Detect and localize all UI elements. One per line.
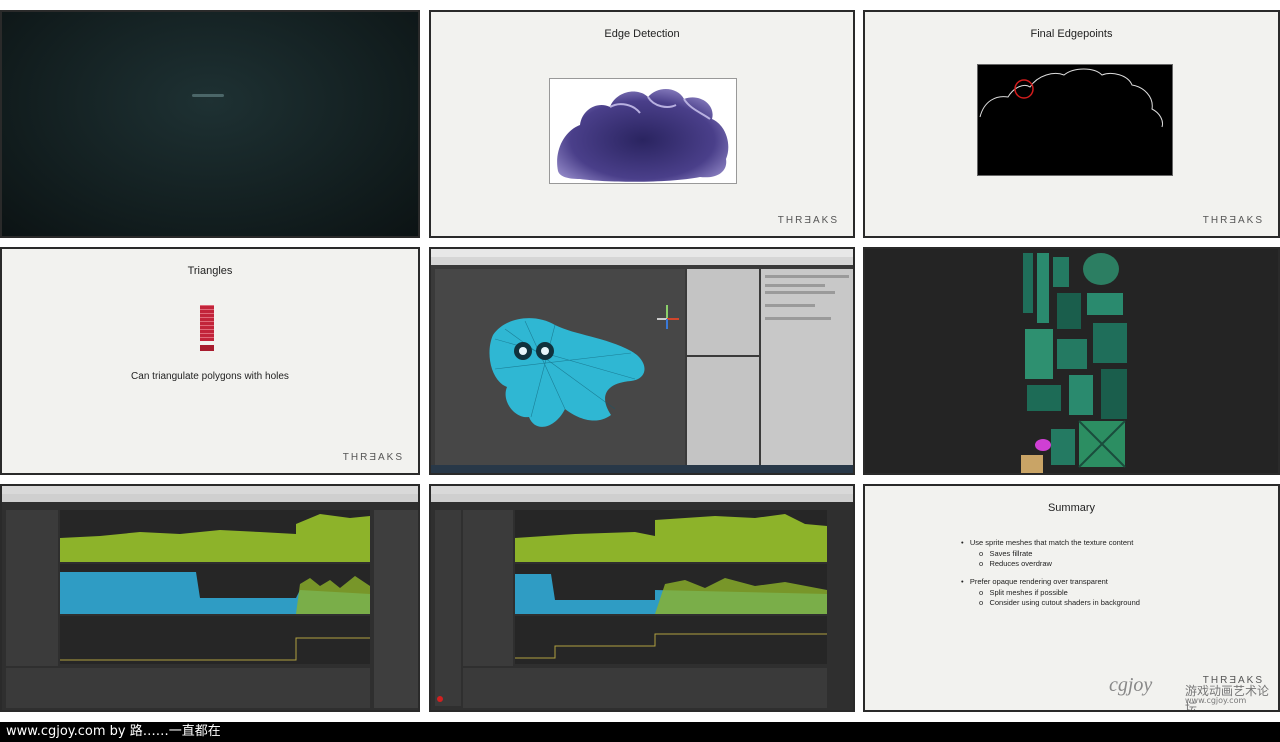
- brand-logo: THRƎAKS: [777, 215, 839, 226]
- slide-tile-summary[interactable]: Summary • Use sprite meshes that match t…: [863, 484, 1280, 712]
- edgepoints-image: [977, 64, 1173, 176]
- record-icon[interactable]: [437, 696, 443, 702]
- profiler-menubar[interactable]: [2, 494, 418, 502]
- slide-caption: Can triangulate polygons with holes: [131, 371, 289, 382]
- editor-menubar[interactable]: [431, 257, 853, 265]
- project-panel[interactable]: [687, 357, 759, 465]
- cgjoy-watermark-logo: cgjoy: [1109, 674, 1153, 696]
- rendering-graph: [515, 616, 827, 664]
- sprite-atlas-image: [1017, 249, 1135, 473]
- profiler-legend: [6, 510, 58, 666]
- slide-tile-sprite-atlas[interactable]: [863, 247, 1280, 475]
- slide-tile-triangles[interactable]: Triangles Can triangulate polygons with …: [0, 247, 420, 475]
- summary-sub-bullet: o Split meshes if possible: [979, 588, 1068, 597]
- profiler-left-rail: [435, 510, 461, 706]
- slide-title: Summary: [1047, 502, 1096, 514]
- slide-tile-final-edgepoints[interactable]: Final Edgepoints THRƎAKS: [863, 10, 1280, 238]
- brand-logo: THRƎAKS: [342, 452, 404, 463]
- slide-title: Triangles: [187, 265, 233, 277]
- slide-title: Final Edgepoints: [1030, 28, 1113, 40]
- profiler-tile-before[interactable]: [0, 484, 420, 712]
- inspector-panel[interactable]: [761, 269, 853, 465]
- brand-logo: THRƎAKS: [1202, 215, 1264, 226]
- slide-tile-edge-detection[interactable]: Edge Detection THRƎAKS: [429, 10, 855, 238]
- summary-sub-bullet: o Consider using cutout shaders in backg…: [979, 598, 1140, 607]
- hierarchy-table[interactable]: [463, 668, 827, 708]
- slide-tile-intro[interactable]: [0, 10, 420, 238]
- summary-bullet-1: • Use sprite meshes that match the textu…: [961, 538, 1134, 547]
- summary-bullet-2: • Prefer opaque rendering over transpare…: [961, 577, 1108, 586]
- profiler-menubar[interactable]: [431, 494, 853, 502]
- cpu-usage-graph: [515, 510, 827, 562]
- rendering-graph: [60, 616, 370, 664]
- cloud-image: [549, 78, 737, 184]
- footer-credit: www.cgjoy.com by 路……一直都在: [0, 722, 1280, 742]
- gpu-usage-graph: [60, 564, 370, 614]
- gpu-usage-graph: [515, 564, 827, 614]
- side-panel: [374, 510, 418, 708]
- cpu-usage-graph: [60, 510, 370, 562]
- profiler-legend: [463, 510, 513, 666]
- brand-logo: THRƎAKS: [1202, 675, 1264, 686]
- editor-titlebar: [431, 249, 853, 257]
- axis-gizmo-icon: [657, 305, 679, 329]
- summary-sub-bullet: o Reduces overdraw: [979, 559, 1052, 568]
- exclamation-icon: [200, 305, 214, 353]
- intro-logo: [192, 94, 224, 97]
- hierarchy-table[interactable]: [6, 668, 370, 708]
- taskbar[interactable]: [431, 465, 853, 473]
- slide-title: Edge Detection: [604, 28, 680, 40]
- profiler-tile-after[interactable]: [429, 484, 855, 712]
- scene-view[interactable]: [435, 269, 685, 465]
- profiler-titlebar: [431, 486, 853, 494]
- profiler-titlebar: [2, 486, 418, 494]
- summary-sub-bullet: o Saves fillrate: [979, 549, 1033, 558]
- cgjoy-watermark-url: www.cgjoy.com: [1185, 696, 1247, 705]
- hierarchy-panel[interactable]: [687, 269, 759, 355]
- editor-tile-sprite-mesh[interactable]: [429, 247, 855, 475]
